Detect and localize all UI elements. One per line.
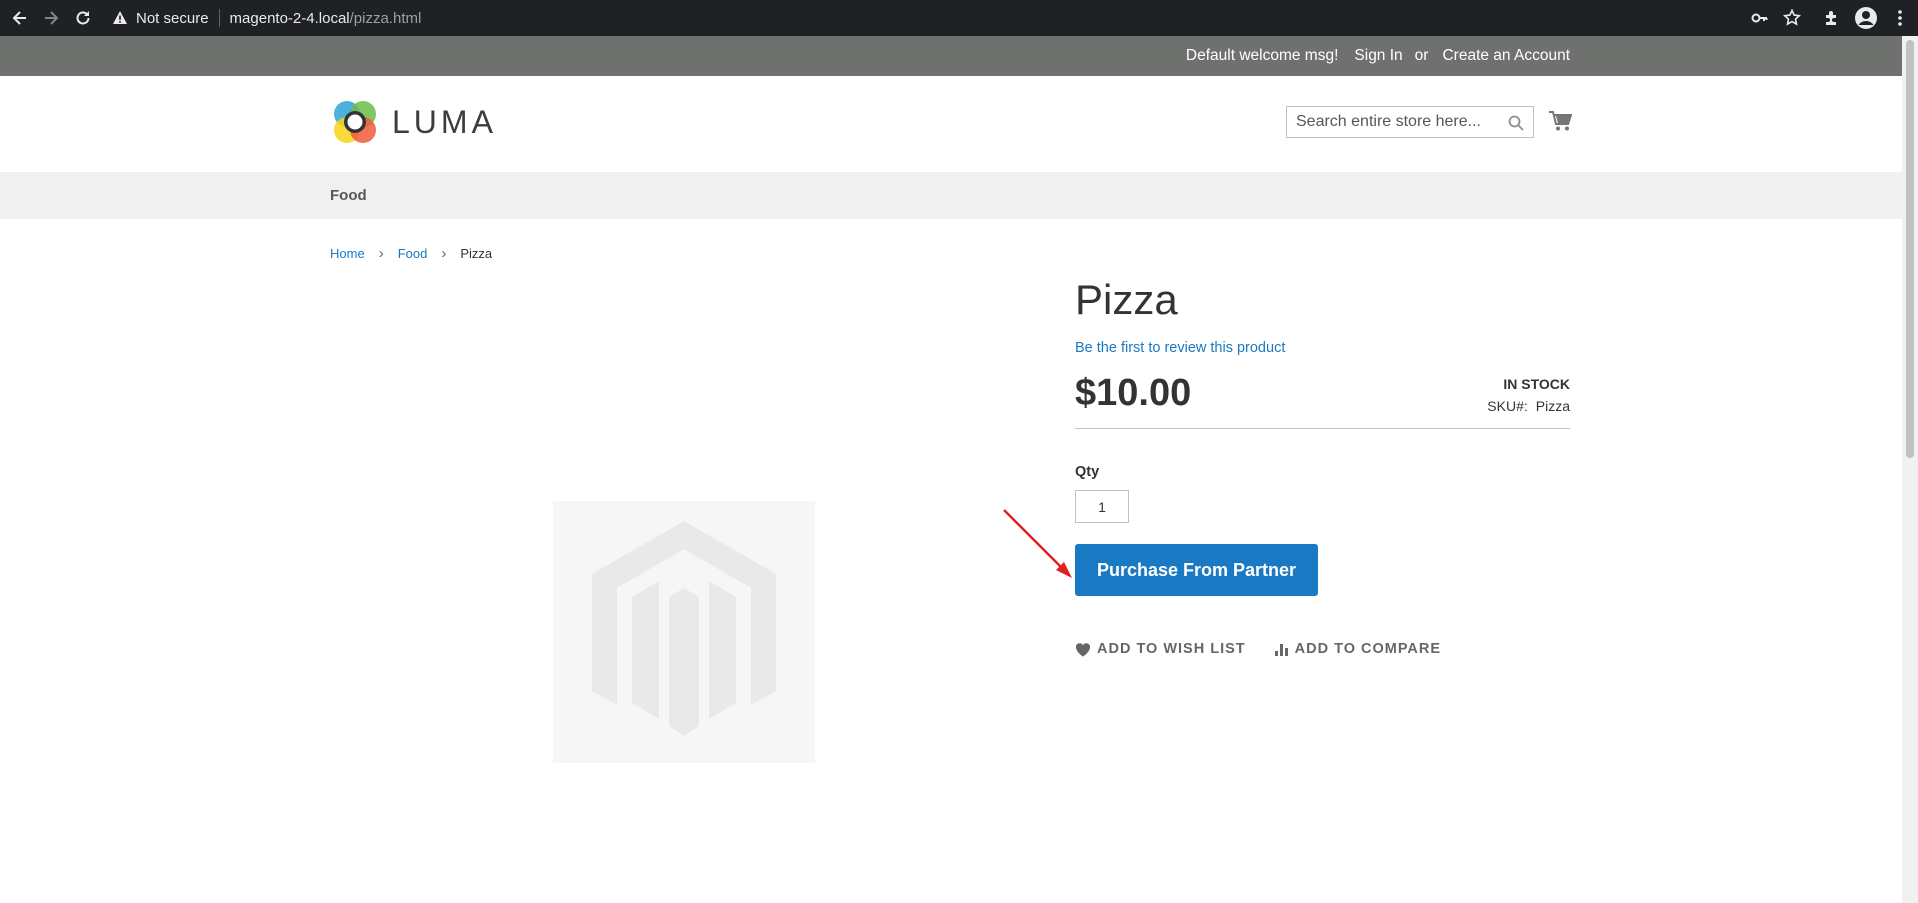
compare-icon [1274,643,1288,656]
add-to-wishlist-link[interactable]: ADD TO WISH LIST [1075,641,1246,657]
breadcrumb-separator: › [378,245,384,262]
breadcrumb-food[interactable]: Food [398,246,428,261]
product-title: Pizza [1075,276,1178,323]
security-label: Not secure [136,9,209,27]
nav-item-food[interactable]: Food [330,172,367,219]
welcome-message: Default welcome msg! [1185,47,1339,64]
profile-avatar-icon[interactable] [1854,6,1878,30]
browser-toolbar: Not secure magento-2-4.local/pizza.html [0,0,1918,36]
create-account-link[interactable]: Create an Account [1442,47,1570,65]
breadcrumb-separator: › [441,245,447,262]
or-text: or [1414,47,1429,64]
forward-arrow-icon[interactable] [41,8,61,28]
address-bar[interactable]: Not secure magento-2-4.local/pizza.html [112,7,421,29]
star-icon[interactable] [1782,8,1802,28]
breadcrumb-current: Pizza [460,246,493,261]
url-host: magento-2-4.local [229,9,350,27]
cart-icon[interactable] [1548,110,1573,137]
warning-icon [112,10,128,26]
breadcrumb: Home › Food › Pizza [330,245,492,262]
search-icon[interactable] [1507,114,1525,137]
reload-icon[interactable] [73,8,93,28]
stock-status: IN STOCK [1503,376,1570,392]
compare-label: ADD TO COMPARE [1294,641,1442,657]
qty-label: Qty [1075,464,1100,480]
scrollbar-thumb[interactable] [1906,40,1914,458]
product-price: $10.00 [1075,372,1192,414]
annotation-arrow-icon [1003,509,1072,578]
wishlist-label: ADD TO WISH LIST [1097,641,1246,657]
divider [218,9,220,27]
luma-logo-icon [334,101,376,143]
page-scrollbar[interactable] [1902,36,1918,903]
sku-line: SKU#: Pizza [1487,398,1570,414]
qty-input[interactable] [1075,490,1129,523]
header-links: Default welcome msg! Sign In or Create a… [1172,36,1570,76]
back-arrow-icon[interactable] [10,8,30,28]
breadcrumb-home[interactable]: Home [330,246,365,261]
product-social-actions: ADD TO WISH LIST ADD TO COMPARE [1075,641,1441,657]
extensions-icon[interactable] [1822,8,1842,28]
url-path: /pizza.html [349,9,422,27]
key-icon[interactable] [1750,8,1770,28]
search-input[interactable] [1296,113,1501,131]
add-to-compare-link[interactable]: ADD TO COMPARE [1274,641,1441,657]
main-nav: Food [0,172,1902,219]
product-image-placeholder[interactable] [553,501,815,763]
sku-value: Pizza [1535,398,1570,414]
heart-icon [1075,642,1091,656]
divider [1075,428,1570,429]
logo-wordmark: LUMA [392,103,497,140]
panel-header: Default welcome msg! Sign In or Create a… [0,36,1902,76]
sku-label: SKU#: [1487,398,1528,414]
review-link[interactable]: Be the first to review this product [1075,340,1285,356]
magento-logo-icon [592,521,776,736]
purchase-from-partner-button[interactable]: Purchase From Partner [1075,544,1318,596]
sign-in-link[interactable]: Sign In [1354,47,1402,65]
browser-menu-icon[interactable] [1890,8,1910,28]
store-logo[interactable]: LUMA [330,97,497,147]
page-viewport: Default welcome msg! Sign In or Create a… [0,36,1902,903]
search-box [1286,106,1534,138]
